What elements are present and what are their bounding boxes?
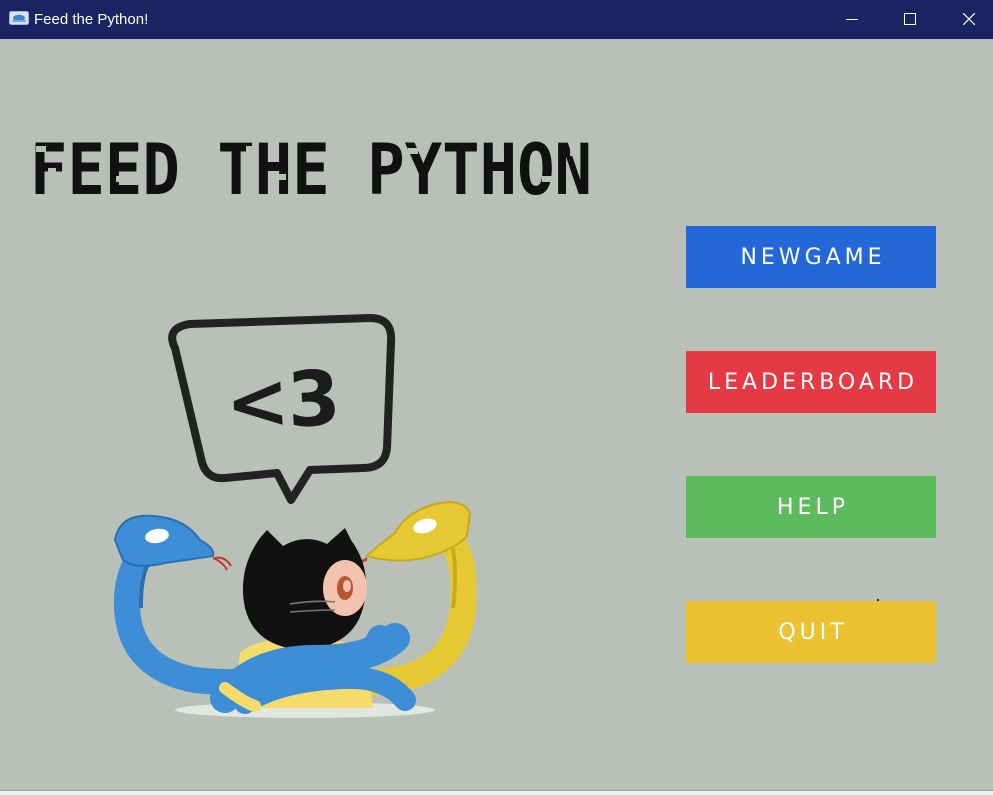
- leaderboard-label: LEADERBOARD: [707, 369, 919, 395]
- game-title-text: FEED THE PYTHON: [30, 132, 592, 204]
- new-game-label: NEWGAME: [740, 244, 886, 270]
- quit-label: QUIT: [778, 619, 848, 645]
- window-bottom-edge: [0, 790, 993, 795]
- minimize-button[interactable]: [823, 0, 881, 39]
- game-window: Feed the Python! FEED THE PYTHON <3 NEWG…: [0, 0, 993, 790]
- maximize-button[interactable]: [881, 0, 939, 39]
- leaderboard-button[interactable]: LEADERBOARD: [686, 351, 936, 413]
- cursor-dot: [877, 599, 879, 601]
- close-icon: [963, 13, 975, 25]
- help-label: HELP: [777, 494, 849, 520]
- close-button[interactable]: [939, 0, 993, 39]
- speech-bubble-text: <3: [223, 353, 341, 448]
- maximize-icon: [904, 13, 916, 25]
- window-title: Feed the Python!: [34, 11, 149, 28]
- quit-button[interactable]: QUIT: [686, 601, 936, 663]
- title-bar[interactable]: Feed the Python!: [0, 0, 993, 39]
- game-title-logo: FEED THE PYTHON: [30, 132, 595, 204]
- app-icon: [9, 11, 29, 25]
- help-button[interactable]: HELP: [686, 476, 936, 538]
- new-game-button[interactable]: NEWGAME: [686, 226, 936, 288]
- minimize-icon: [846, 19, 858, 20]
